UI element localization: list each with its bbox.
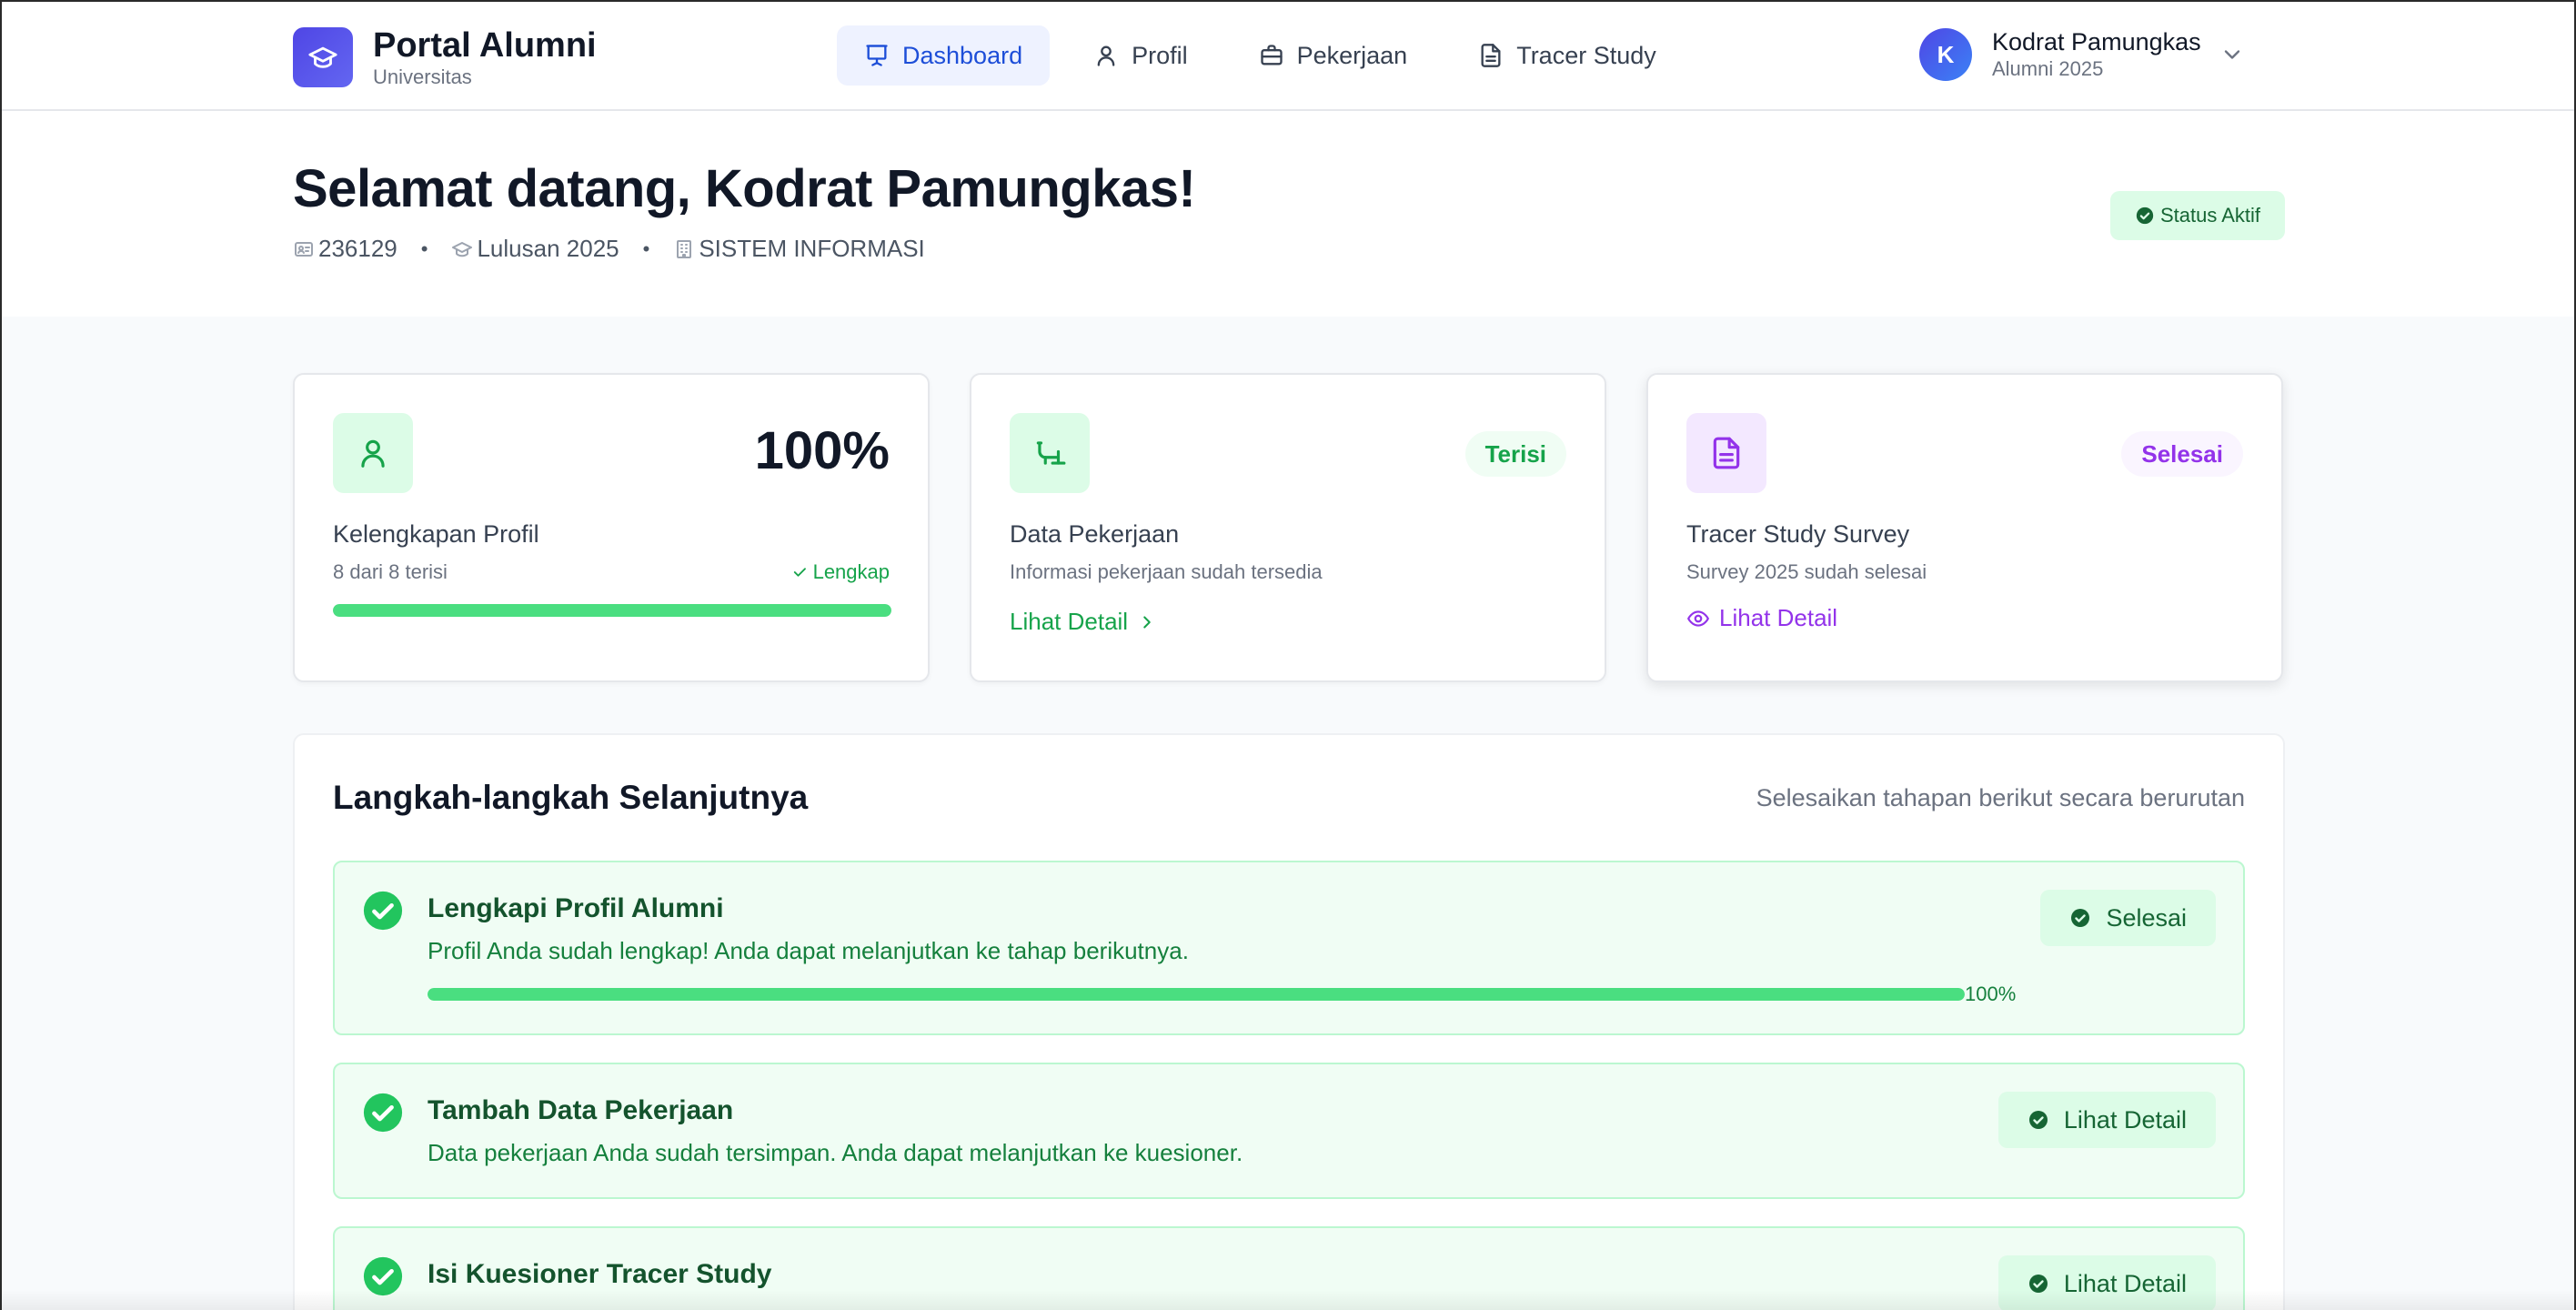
step-item: Lengkapi Profil Alumni Profil Anda sudah… [333, 861, 2245, 1035]
user-menu[interactable]: K Kodrat Pamungkas Alumni 2025 [1919, 27, 2240, 82]
view-detail-label: Lihat Detail [1719, 604, 1838, 631]
status-badge: Selesai [2121, 431, 2243, 477]
building-icon [677, 239, 692, 258]
main-nav: Dashboard Profil Pekerjaan Tracer Study [837, 25, 1684, 86]
status-badge-label: Status Aktif [2159, 204, 2261, 227]
student-id-value: 236129 [318, 235, 397, 262]
file-text-icon [1481, 44, 1501, 67]
graduation-year-value: Lulusan 2025 [477, 235, 619, 262]
study-program: SISTEM INFORMASI [673, 235, 925, 263]
nav-profil[interactable]: Profil [1066, 25, 1215, 86]
graduation-cap-icon [293, 27, 353, 87]
status-badge: Terisi [1464, 431, 1566, 477]
step-description: Profil Anda sudah lengkap! Anda dapat me… [428, 937, 1189, 964]
graduation-year: Lulusan 2025 [451, 235, 619, 263]
nav-tracer-study-label: Tracer Study [1516, 41, 1656, 69]
card-title: Data Pekerjaan [1010, 520, 1180, 548]
step-item: Tambah Data Pekerjaan Data pekerjaan And… [333, 1063, 2245, 1199]
user-role: Alumni 2025 [1992, 57, 2104, 80]
step-progress-label: 100% [1965, 982, 2017, 1005]
top-navbar: Portal Alumni Universitas Dashboard Prof… [0, 0, 2576, 111]
nav-pekerjaan-label: Pekerjaan [1296, 41, 1408, 69]
scroll-shadow [0, 1290, 2576, 1310]
check-circle-icon [2136, 207, 2154, 225]
step-description: Data pekerjaan Anda sudah tersimpan. And… [428, 1139, 1243, 1166]
briefcase-icon [1260, 45, 1283, 66]
file-text-icon [1686, 413, 1766, 493]
check-circle-icon [363, 891, 403, 931]
user-icon [333, 413, 413, 493]
profile-progress-fill [333, 604, 891, 617]
welcome-header: Selamat datang, Kodrat Pamungkas! 236129… [0, 111, 2576, 317]
check-circle-icon [2071, 909, 2090, 927]
card-title: Tracer Study Survey [1686, 520, 1910, 548]
student-id: 236129 [293, 235, 397, 263]
page-title: Selamat datang, Kodrat Pamungkas! [293, 159, 1196, 218]
card-subtitle: 8 dari 8 terisi [333, 560, 448, 583]
next-steps-panel: Langkah-langkah Selanjutnya Selesaikan t… [293, 733, 2285, 1310]
view-detail-link[interactable]: Lihat Detail [1686, 604, 1837, 632]
completion-status-label: Lengkap [812, 560, 890, 583]
step-title: Lengkapi Profil Alumni [428, 893, 724, 923]
step-button-label: Lihat Detail [2063, 1105, 2187, 1134]
study-program-value: SISTEM INFORMASI [699, 235, 925, 262]
step-view-detail-button[interactable]: Lihat Detail [1997, 1092, 2216, 1148]
profile-progress-bar [333, 604, 891, 617]
check-icon [793, 568, 806, 577]
card-title: Kelengkapan Profil [333, 520, 539, 548]
meta-separator: • [642, 237, 650, 260]
check-circle-icon [363, 1093, 403, 1133]
step-progress-bar [428, 988, 1965, 1001]
brand-title: Portal Alumni [373, 26, 597, 65]
user-name: Kodrat Pamungkas [1992, 28, 2201, 55]
graduation-cap-icon [452, 241, 473, 257]
eye-icon [1687, 610, 1709, 627]
chevron-right-icon [1143, 615, 1151, 629]
view-detail-label: Lihat Detail [1010, 608, 1129, 635]
job-data-card: Terisi Data Pekerjaan Informasi pekerjaa… [970, 373, 1606, 682]
avatar: K [1919, 28, 1972, 81]
nav-profil-label: Profil [1132, 41, 1188, 69]
card-subtitle: Survey 2025 sudah selesai [1686, 560, 1927, 583]
step-done-button[interactable]: Selesai [2040, 890, 2216, 946]
step-progress-fill [428, 988, 1965, 1001]
id-card-icon [295, 241, 313, 257]
completion-status: Lengkap [791, 560, 890, 584]
student-meta: 236129 • Lulusan 2025 • SISTEM INFORMASI [293, 235, 925, 263]
section-hint: Selesaikan tahapan berikut secara beruru… [1756, 784, 2245, 811]
nav-dashboard[interactable]: Dashboard [837, 25, 1051, 86]
profile-completion-value: 100% [754, 421, 890, 480]
step-title: Tambah Data Pekerjaan [428, 1095, 734, 1125]
nav-pekerjaan[interactable]: Pekerjaan [1232, 25, 1435, 86]
step-title: Isi Kuesioner Tracer Study [428, 1259, 772, 1289]
view-detail-link[interactable]: Lihat Detail [1010, 608, 1157, 636]
user-icon [1097, 45, 1115, 66]
presentation-icon [866, 45, 888, 66]
profile-completion-card: 100% Kelengkapan Profil 8 dari 8 terisi … [293, 373, 930, 682]
briefcase-icon [1010, 413, 1090, 493]
meta-separator: • [420, 237, 428, 260]
tracer-study-card: Selesai Tracer Study Survey Survey 2025 … [1646, 373, 2283, 682]
section-title: Langkah-langkah Selanjutnya [333, 779, 809, 816]
check-circle-icon [2028, 1111, 2048, 1129]
brand[interactable]: Portal Alumni Universitas [293, 25, 597, 89]
brand-subtitle: Universitas [373, 66, 472, 88]
status-badge: Status Aktif [2110, 191, 2285, 240]
chevron-down-icon[interactable] [2219, 42, 2245, 67]
card-subtitle: Informasi pekerjaan sudah tersedia [1010, 560, 1323, 583]
step-button-label: Selesai [2106, 903, 2187, 932]
nav-dashboard-label: Dashboard [902, 41, 1023, 69]
nav-tracer-study[interactable]: Tracer Study [1451, 25, 1684, 86]
